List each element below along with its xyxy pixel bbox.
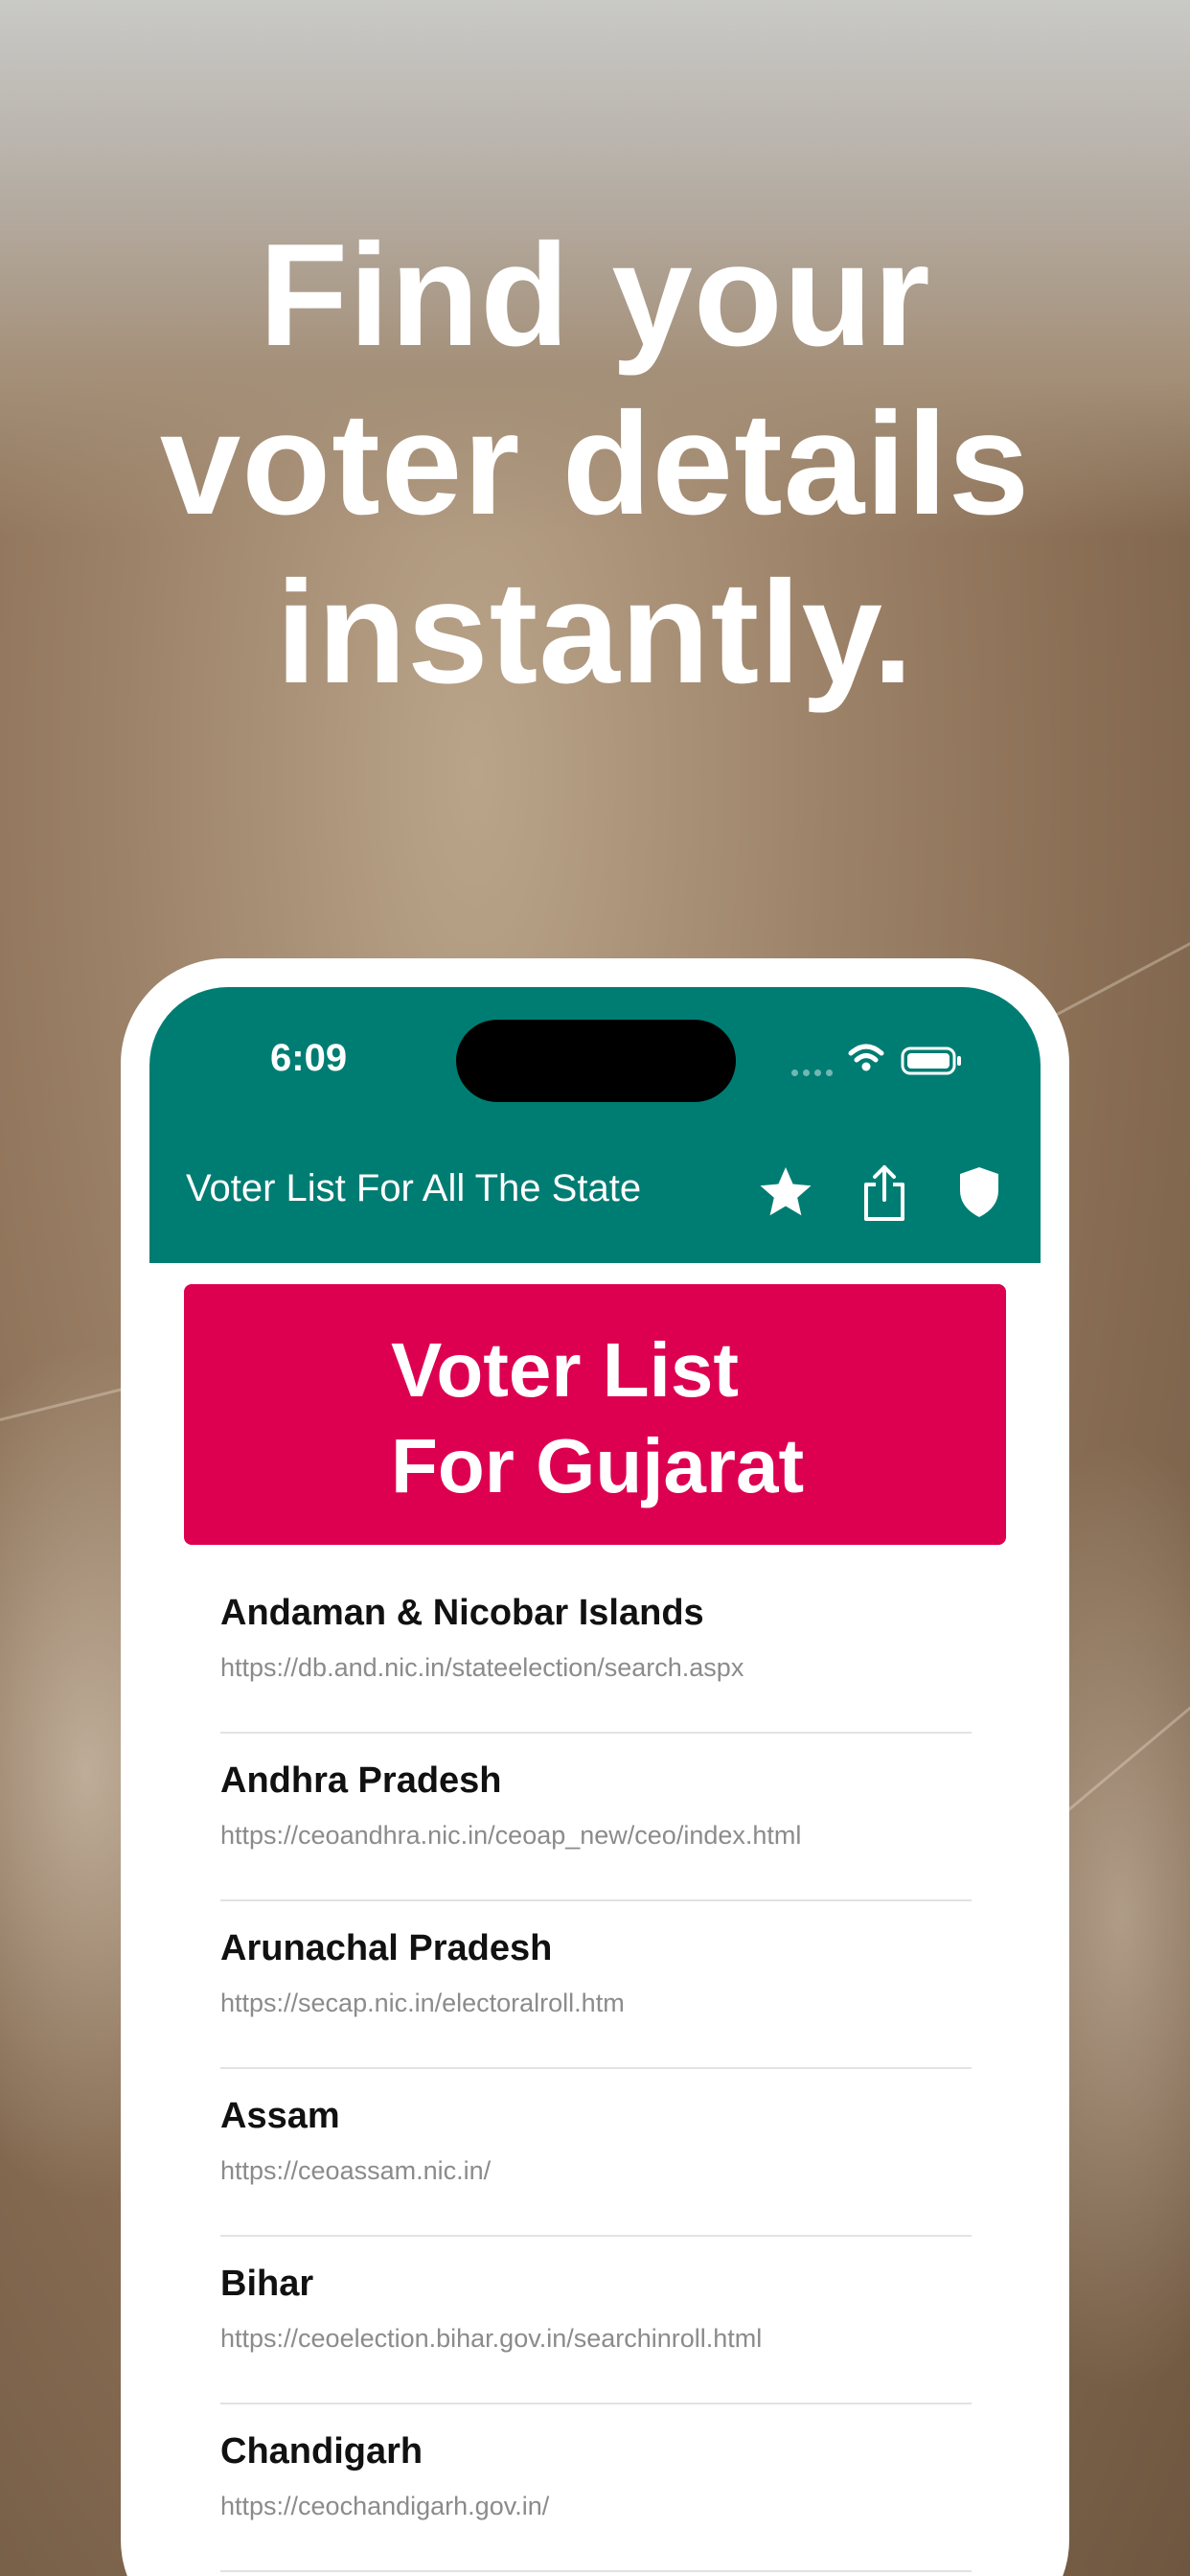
state-name: Chandigarh bbox=[220, 2431, 423, 2472]
list-item-chandigarh[interactable]: Chandigarh https://ceochandigarh.gov.in/ bbox=[220, 2404, 972, 2572]
state-name: Andaman & Nicobar Islands bbox=[220, 1593, 704, 1633]
state-url: https://secap.nic.in/electoralroll.htm bbox=[220, 1989, 625, 2017]
dynamic-island bbox=[456, 1020, 736, 1102]
banner-text: Voter List For Gujarat bbox=[391, 1322, 804, 1514]
list-item-andhra[interactable]: Andhra Pradesh https://ceoandhra.nic.in/… bbox=[220, 1734, 972, 1901]
banner-line-2: For Gujarat bbox=[391, 1423, 805, 1508]
status-time: 6:09 bbox=[270, 1037, 348, 1079]
wifi-icon bbox=[848, 1044, 884, 1071]
state-url: https://ceoassam.nic.in/ bbox=[220, 2156, 492, 2185]
state-name: Arunachal Pradesh bbox=[220, 1928, 553, 1968]
list-item-arunachal[interactable]: Arunachal Pradesh https://secap.nic.in/e… bbox=[220, 1901, 972, 2069]
phone-screen: 6:09 Voter List For All The State Voter … bbox=[149, 987, 1041, 2576]
list-item-andaman[interactable]: Andaman & Nicobar Islands https://db.and… bbox=[220, 1566, 972, 1734]
shield-icon[interactable] bbox=[956, 1163, 1002, 1221]
list-item-bihar[interactable]: Bihar https://ceoelection.bihar.gov.in/s… bbox=[220, 2237, 972, 2404]
state-name: Assam bbox=[220, 2096, 340, 2136]
headline-line-2: voter details bbox=[159, 382, 1031, 545]
app-bar: 6:09 Voter List For All The State bbox=[149, 987, 1041, 1263]
gujarat-banner[interactable]: Voter List For Gujarat bbox=[184, 1284, 1006, 1545]
app-title: Voter List For All The State bbox=[186, 1167, 642, 1209]
headline-line-1: Find your bbox=[259, 214, 931, 377]
status-icons bbox=[791, 1043, 983, 1081]
state-url: https://db.and.nic.in/stateelection/sear… bbox=[220, 1653, 744, 1682]
state-name: Bihar bbox=[220, 2264, 314, 2304]
state-url: https://ceochandigarh.gov.in/ bbox=[220, 2492, 550, 2520]
share-icon[interactable] bbox=[858, 1163, 910, 1223]
signal-dots-icon bbox=[791, 1064, 837, 1081]
list-item-assam[interactable]: Assam https://ceoassam.nic.in/ bbox=[220, 2069, 972, 2237]
battery-icon bbox=[901, 1046, 961, 1075]
headline-line-3: instantly. bbox=[276, 551, 914, 714]
state-list: Andaman & Nicobar Islands https://db.and… bbox=[220, 1566, 972, 2572]
promo-page: Find your voter details instantly. 6:09 bbox=[0, 0, 1190, 2576]
promo-headline: Find your voter details instantly. bbox=[0, 211, 1190, 717]
star-icon[interactable] bbox=[757, 1163, 814, 1221]
state-name: Andhra Pradesh bbox=[220, 1760, 502, 1801]
state-url: https://ceoandhra.nic.in/ceoap_new/ceo/i… bbox=[220, 1821, 802, 1850]
state-url: https://ceoelection.bihar.gov.in/searchi… bbox=[220, 2324, 763, 2353]
banner-line-1: Voter List bbox=[391, 1327, 740, 1413]
